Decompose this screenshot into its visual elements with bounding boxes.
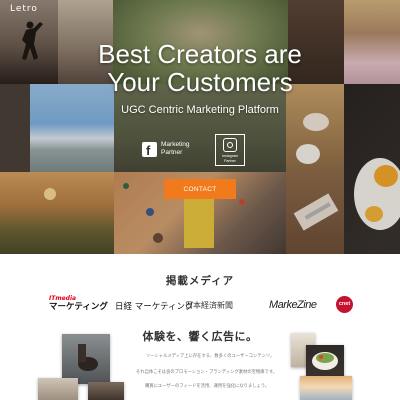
instagram-badge-text: Instagram Partner	[216, 154, 244, 163]
itmedia-logo-bottom: マーケティング	[49, 302, 108, 312]
markezine-logo[interactable]: MarkeZine	[269, 299, 317, 311]
hero-subtitle: UGC Centric Marketing Platform	[121, 104, 279, 116]
cnet-logo[interactable]: cnet	[336, 296, 353, 313]
feature-description-line3: 購買にユーザーのフィードを活用、運用を強化になりましょう。	[145, 384, 270, 389]
facebook-badge-text: Marketing Partner	[161, 141, 190, 157]
photo-sneakers	[38, 378, 78, 400]
contact-button[interactable]: CONTACT	[164, 179, 236, 199]
hero-title: Best Creators are Your Customers	[0, 40, 400, 96]
feature-tagline: 体験を、響く広告に。	[142, 330, 258, 343]
nikkei-marketing-logo[interactable]: 日経 マーケティング	[115, 300, 194, 312]
feature-description-line2: それ自体こそは良のプロモーション・ブランディング素材の宝物庫です。	[136, 370, 277, 375]
hero-title-line1: Best Creators are	[98, 39, 302, 69]
hero-section: Letro Best Creators are Your Customers U…	[0, 0, 400, 254]
facebook-icon: f	[142, 142, 157, 158]
media-section: 掲載メディア ITmedia マーケティング 日経 マーケティング 日本経済新聞…	[0, 254, 400, 400]
instagram-badge-line2: Partner	[224, 158, 236, 163]
guitarist-graphic	[78, 344, 98, 371]
photo-guitarist	[62, 334, 110, 384]
nihon-keizai-logo[interactable]: 日本経済新聞	[185, 300, 233, 311]
photo-salad-bowl	[306, 345, 344, 377]
feature-description-line1: ソーシャルメディア上に存在する、数多くのユーザーコンテンツ。	[146, 354, 275, 359]
itmedia-logo-top: ITmedia	[49, 295, 77, 302]
itmedia-marketing-logo[interactable]: ITmedia マーケティング	[49, 295, 108, 312]
facebook-partner-badge: f Marketing Partner	[142, 140, 204, 162]
hero-title-line2: Your Customers	[107, 67, 293, 97]
media-heading: 掲載メディア	[165, 275, 235, 287]
photo-people	[88, 382, 124, 400]
instagram-partner-badge: Instagram Partner	[215, 134, 245, 166]
instagram-icon	[223, 138, 237, 152]
salad-bowl-graphic	[312, 352, 338, 370]
facebook-badge-line2: Partner	[161, 149, 183, 156]
facebook-badge-line1: Marketing	[161, 141, 190, 148]
photo-sunset-beach	[300, 376, 352, 400]
letro-logo[interactable]: Letro	[10, 4, 38, 14]
